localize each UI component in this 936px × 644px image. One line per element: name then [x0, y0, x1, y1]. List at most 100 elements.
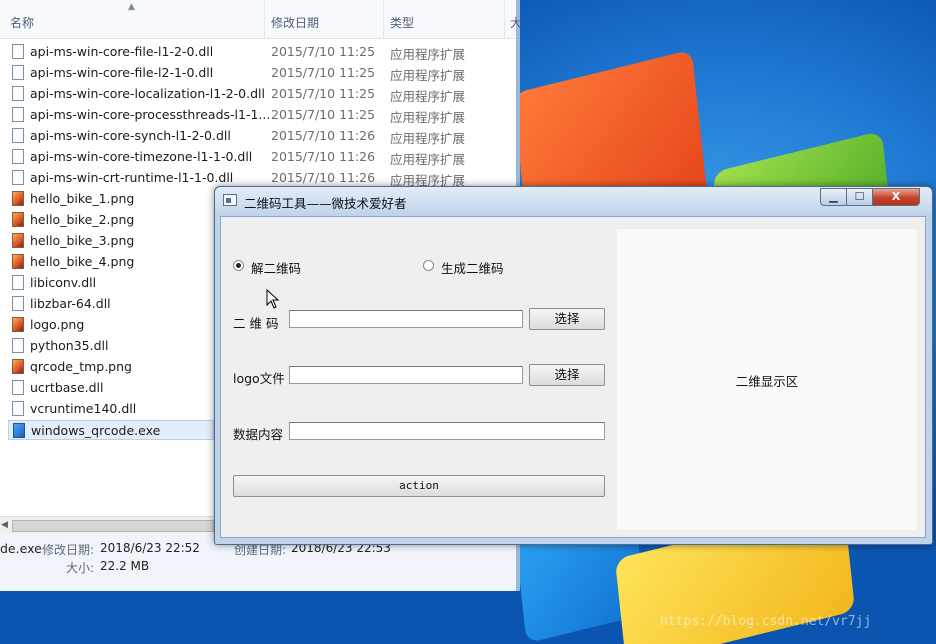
- watermark: https://blog.csdn.net/vr7jj: [660, 614, 872, 629]
- sort-up-icon: ▲: [128, 2, 135, 12]
- qrcode-tool-window: 二维码工具——微技术爱好者 ▁ ☐ X 解二维码 生成二维码 二 维 码 选择 …: [214, 186, 933, 545]
- minimize-button[interactable]: ▁: [820, 188, 847, 206]
- file-name: api-ms-win-core-timezone-l1-1-0.dll: [30, 149, 253, 164]
- file-date: 2015/7/10 11:25: [271, 107, 376, 122]
- window-title: 二维码工具——微技术爱好者: [244, 196, 407, 211]
- data-field-label: 数据内容: [233, 427, 284, 442]
- dll-file-icon: [12, 380, 24, 395]
- title-bar[interactable]: 二维码工具——微技术爱好者 ▁ ☐ X: [215, 187, 932, 213]
- file-name: api-ms-win-core-processthreads-l1-1...: [30, 107, 271, 122]
- logo-field-label: logo文件: [233, 371, 285, 386]
- file-name: libiconv.dll: [30, 275, 97, 290]
- png-file-icon: [12, 191, 24, 206]
- dll-file-icon: [12, 65, 24, 80]
- dll-file-icon: [12, 296, 24, 311]
- file-row[interactable]: windows_qrcode.exe: [8, 420, 214, 440]
- file-name: api-ms-win-core-synch-l1-2-0.dll: [30, 128, 231, 143]
- file-name: api-ms-win-crt-runtime-l1-1-0.dll: [30, 170, 234, 185]
- close-button[interactable]: X: [872, 188, 920, 206]
- decode-radio[interactable]: [233, 260, 244, 271]
- file-name: qrcode_tmp.png: [30, 359, 132, 374]
- column-size[interactable]: 大: [510, 14, 522, 31]
- file-type: 应用程序扩展: [390, 47, 466, 62]
- column-modified[interactable]: 修改日期: [271, 14, 319, 31]
- file-row[interactable]: api-ms-win-core-processthreads-l1-1... 20…: [8, 105, 516, 125]
- dialog-client-area: 解二维码 生成二维码 二 维 码 选择 logo文件 选择 数据内容 actio…: [220, 216, 926, 538]
- file-date: 2015/7/10 11:26: [271, 149, 376, 164]
- dll-file-icon: [12, 401, 24, 416]
- file-row[interactable]: api-ms-win-core-file-l2-1-0.dll 2015/7/10…: [8, 63, 516, 83]
- file-type: 应用程序扩展: [390, 110, 466, 125]
- generate-radio[interactable]: [423, 260, 434, 271]
- scrollbar-thumb[interactable]: [12, 520, 214, 532]
- column-type[interactable]: 类型: [390, 14, 414, 31]
- file-name: hello_bike_3.png: [30, 233, 135, 248]
- details-size-label: 大小:: [66, 561, 95, 575]
- details-modified-label: 修改日期:: [42, 543, 95, 557]
- select-qrcode-button[interactable]: 选择: [529, 308, 605, 330]
- file-row[interactable]: api-ms-win-crt-runtime-l1-1-0.dll 2015/7/…: [8, 168, 516, 188]
- file-name: windows_qrcode.exe: [31, 423, 161, 438]
- logo-path-input[interactable]: [289, 366, 523, 384]
- column-divider[interactable]: [264, 0, 265, 38]
- file-date: 2015/7/10 11:25: [271, 86, 376, 101]
- png-file-icon: [12, 233, 24, 248]
- dll-file-icon: [12, 338, 24, 353]
- column-divider[interactable]: [383, 0, 384, 38]
- file-row[interactable]: api-ms-win-core-timezone-l1-1-0.dll 2015/…: [8, 147, 516, 167]
- dll-file-icon: [12, 44, 24, 59]
- png-file-icon: [12, 212, 24, 227]
- file-type: 应用程序扩展: [390, 131, 466, 146]
- png-file-icon: [12, 317, 24, 332]
- png-file-icon: [12, 254, 24, 269]
- column-name[interactable]: 名称: [10, 14, 34, 31]
- file-name: api-ms-win-core-file-l2-1-0.dll: [30, 65, 214, 80]
- exe-file-icon: [13, 423, 25, 438]
- file-date: 2015/7/10 11:26: [271, 128, 376, 143]
- action-button[interactable]: action: [233, 475, 605, 497]
- file-type: 应用程序扩展: [390, 89, 466, 104]
- file-date: 2015/7/10 11:25: [271, 65, 376, 80]
- maximize-button[interactable]: ☐: [846, 188, 873, 206]
- file-name: hello_bike_2.png: [30, 212, 135, 227]
- data-content-input[interactable]: [289, 422, 605, 440]
- details-filename: de.exe: [0, 541, 42, 556]
- generate-radio-option[interactable]: 生成二维码: [423, 258, 513, 276]
- dll-file-icon: [12, 275, 24, 290]
- details-modified-value: 2018/6/23 22:52: [100, 541, 200, 555]
- app-window-icon[interactable]: [223, 194, 237, 206]
- file-name: logo.png: [30, 317, 85, 332]
- file-name: hello_bike_4.png: [30, 254, 135, 269]
- file-type: 应用程序扩展: [390, 68, 466, 83]
- file-name: python35.dll: [30, 338, 109, 353]
- file-name: libzbar-64.dll: [30, 296, 111, 311]
- file-row[interactable]: api-ms-win-core-file-l1-2-0.dll 2015/7/10…: [8, 42, 516, 62]
- decode-radio-option[interactable]: 解二维码: [233, 258, 313, 276]
- decode-radio-label: 解二维码: [251, 261, 302, 276]
- file-date: 2015/7/10 11:25: [271, 44, 376, 59]
- file-name: vcruntime140.dll: [30, 401, 137, 416]
- display-area-label: 二维显示区: [735, 374, 799, 389]
- dll-file-icon: [12, 149, 24, 164]
- file-row[interactable]: api-ms-win-core-synch-l1-2-0.dll 2015/7/1…: [8, 126, 516, 146]
- file-date: 2015/7/10 11:26: [271, 170, 376, 185]
- dll-file-icon: [12, 128, 24, 143]
- file-name: ucrtbase.dll: [30, 380, 104, 395]
- dll-file-icon: [12, 107, 24, 122]
- select-logo-button[interactable]: 选择: [529, 364, 605, 386]
- qrcode-field-label: 二 维 码: [233, 316, 279, 331]
- scroll-left-icon[interactable]: ◀: [1, 520, 8, 530]
- file-type: 应用程序扩展: [390, 152, 466, 167]
- dll-file-icon: [12, 86, 24, 101]
- file-row[interactable]: api-ms-win-core-localization-l1-2-0.dll 2…: [8, 84, 516, 104]
- file-name: api-ms-win-core-file-l1-2-0.dll: [30, 44, 214, 59]
- qrcode-path-input[interactable]: [289, 310, 523, 328]
- column-header: ▲ 名称 修改日期 类型 大: [0, 0, 522, 39]
- details-size-value: 22.2 MB: [100, 559, 150, 573]
- png-file-icon: [12, 359, 24, 374]
- column-divider[interactable]: [504, 0, 505, 38]
- qrcode-display-area: 二维显示区: [617, 229, 917, 530]
- file-name: api-ms-win-core-localization-l1-2-0.dll: [30, 86, 265, 101]
- dll-file-icon: [12, 170, 24, 185]
- file-name: hello_bike_1.png: [30, 191, 135, 206]
